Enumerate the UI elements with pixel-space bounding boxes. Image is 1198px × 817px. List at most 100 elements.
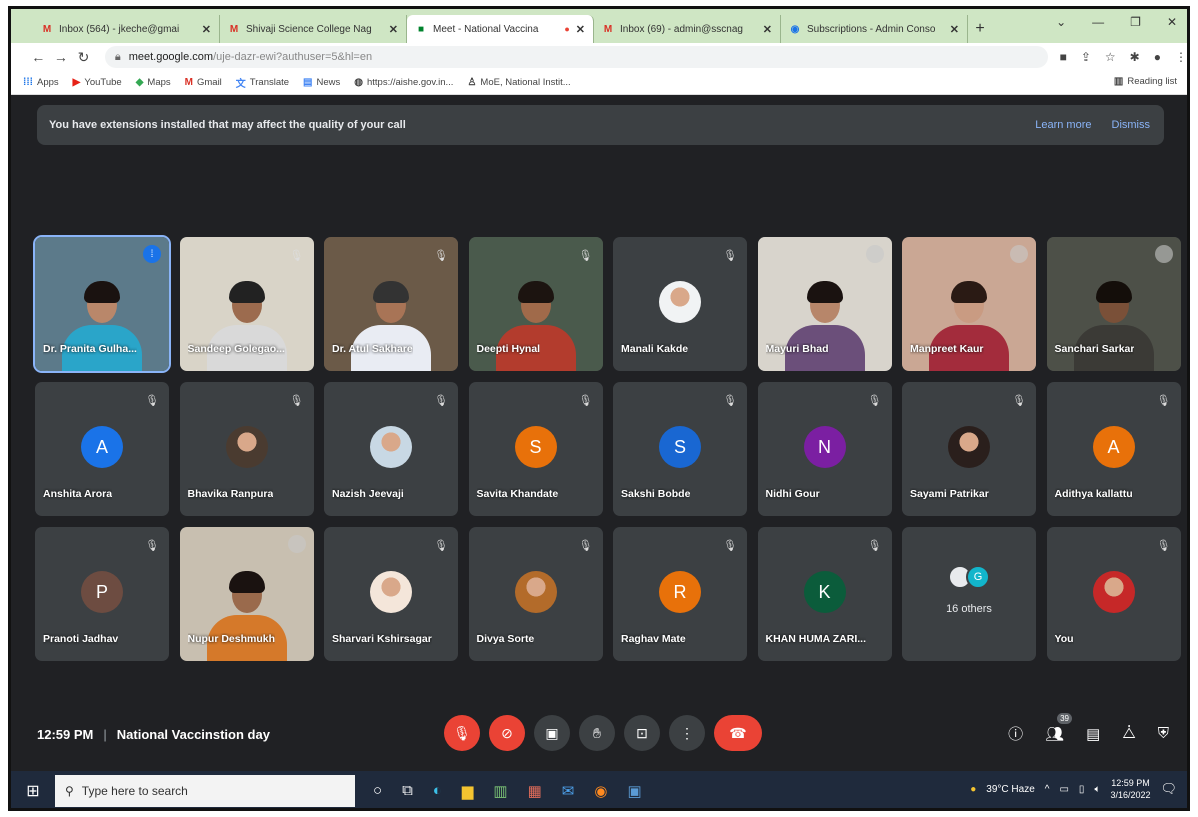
- participant-tile[interactable]: 🎙︎ Sayami Patrikar: [902, 382, 1036, 516]
- meeting-details-icon[interactable]: ⓘ: [1008, 723, 1023, 744]
- participant-tile[interactable]: 🎙︎ Nazish Jeevaji: [324, 382, 458, 516]
- people-button[interactable]: 👥︎ 39: [1045, 712, 1073, 743]
- participant-tile[interactable]: Nupur Deshmukh: [179, 527, 314, 661]
- raise-hand-button[interactable]: ✋︎: [579, 715, 615, 751]
- participant-name: Pranoti Jadhav: [43, 633, 119, 645]
- close-tab-icon[interactable]: ✕: [389, 23, 398, 36]
- participant-tile[interactable]: 🎙︎ Manali Kakde: [613, 237, 747, 371]
- share-icon[interactable]: ⇪: [1081, 50, 1091, 64]
- tab-search-icon[interactable]: ⌄: [1056, 15, 1066, 29]
- bookmark-news[interactable]: ▤ News: [303, 77, 340, 88]
- person-figure: [206, 281, 287, 371]
- close-tab-icon[interactable]: ✕: [202, 23, 211, 36]
- captions-button[interactable]: ▣: [534, 715, 570, 751]
- participant-tile[interactable]: ⁞ Dr. Pranita Gulha...: [33, 235, 171, 373]
- audio-indicator-icon: [1010, 245, 1028, 263]
- firefox-icon[interactable]: ◉: [594, 782, 607, 800]
- notepad-icon[interactable]: ▥: [493, 782, 507, 800]
- participant-name: Sakshi Bobde: [621, 488, 691, 500]
- browser-tab[interactable]: ◉ Subscriptions - Admin Conso ✕: [781, 15, 968, 43]
- camera-off-button[interactable]: ⊘: [489, 715, 525, 751]
- chat-icon[interactable]: ▤: [1086, 725, 1100, 743]
- camera-indicator-icon[interactable]: ■: [1060, 50, 1067, 64]
- participant-tile[interactable]: K 🎙︎ KHAN HUMA ZARI...: [757, 527, 892, 661]
- profile-avatar[interactable]: ●: [1154, 50, 1161, 64]
- apps-grid-icon: ⁞⁞⁞: [23, 77, 33, 88]
- clock[interactable]: 12:59 PM 3/16/2022: [1110, 777, 1150, 801]
- browser-tab[interactable]: M Inbox (564) - jkeche@gmai ✕: [33, 15, 220, 43]
- participant-tile[interactable]: P 🎙︎ Pranoti Jadhav: [35, 527, 169, 661]
- browser-tab[interactable]: M Inbox (69) - admin@sscnag ✕: [594, 15, 781, 43]
- people-count-badge: 39: [1057, 712, 1073, 724]
- participant-tile[interactable]: S 🎙︎ Sakshi Bobde: [613, 382, 747, 516]
- host-controls-icon[interactable]: ⛨: [1158, 725, 1169, 742]
- extensions-icon[interactable]: ✱: [1130, 50, 1140, 64]
- reading-list-icon: ▥: [1113, 76, 1124, 87]
- participant-tile[interactable]: Manpreet Kaur: [902, 237, 1036, 371]
- participant-tile[interactable]: 🎙︎ Deepti Hynal: [468, 237, 603, 371]
- participant-tile[interactable]: 🎙︎ You: [1046, 527, 1181, 661]
- bookmark-translate[interactable]: 文 Translate: [236, 75, 289, 90]
- taskbar-search-box[interactable]: ⚲ Type here to search: [55, 775, 355, 807]
- participant-tile[interactable]: Sanchari Sarkar: [1046, 237, 1181, 371]
- network-icon[interactable]: ▭: [1059, 784, 1068, 795]
- reading-list-button[interactable]: ▥ Reading list: [1114, 76, 1177, 87]
- bookmark-gmail[interactable]: M Gmail: [185, 77, 222, 88]
- url-field[interactable]: 🔒︎ meet.google.com/uje-dazr-ewi?authuser…: [104, 46, 1048, 68]
- participant-tile[interactable]: 🎙︎ Sandeep Golegao...: [179, 237, 314, 371]
- participant-tile[interactable]: G 16 others: [902, 527, 1036, 661]
- present-button[interactable]: ⊡: [624, 715, 660, 751]
- dismiss-button[interactable]: Dismiss: [1112, 119, 1151, 131]
- notifications-icon[interactable]: 🗨︎: [1160, 781, 1177, 797]
- mic-off-button[interactable]: 🎙︎: [444, 715, 480, 751]
- minimize-button[interactable]: —: [1092, 15, 1104, 29]
- mail-icon[interactable]: ✉: [562, 782, 575, 800]
- maximize-button[interactable]: ❐: [1130, 15, 1141, 29]
- windows-start-icon[interactable]: ⊞: [11, 781, 55, 801]
- battery-icon[interactable]: ▯: [1079, 784, 1085, 795]
- participant-tile[interactable]: 🎙︎ Divya Sorte: [468, 527, 603, 661]
- close-window-button[interactable]: ✕: [1167, 15, 1177, 29]
- clock-date: 3/16/2022: [1110, 790, 1151, 800]
- file-explorer-icon[interactable]: ▆: [462, 782, 474, 800]
- browser-tab-active[interactable]: ■ Meet - National Vaccina ● ✕: [407, 15, 594, 43]
- bookmark-star-icon[interactable]: ☆: [1105, 50, 1116, 64]
- activities-icon[interactable]: ⧊: [1122, 725, 1135, 742]
- participant-tile[interactable]: Mayuri Bhad: [757, 237, 892, 371]
- participant-tile[interactable]: 🎙︎ Dr. Atul Sakhare: [324, 237, 458, 371]
- participant-tile[interactable]: R 🎙︎ Raghav Mate: [613, 527, 747, 661]
- cortana-icon[interactable]: ○: [373, 782, 382, 800]
- volume-icon[interactable]: 🔈︎: [1094, 784, 1100, 795]
- participant-tile[interactable]: A 🎙︎ Anshita Arora: [35, 382, 169, 516]
- close-tab-icon[interactable]: ✕: [576, 23, 585, 36]
- app-icon[interactable]: ▦: [528, 782, 542, 800]
- bookmark-aishe[interactable]: ◍ https://aishe.gov.in...: [354, 77, 453, 88]
- new-tab-button[interactable]: +: [968, 15, 992, 43]
- participant-tile[interactable]: 🎙︎ Sharvari Kshirsagar: [324, 527, 458, 661]
- leave-call-button[interactable]: ☎︎: [714, 715, 762, 751]
- participant-tile[interactable]: S 🎙︎ Savita Khandate: [468, 382, 603, 516]
- participant-tile[interactable]: N 🎙︎ Nidhi Gour: [757, 382, 892, 516]
- task-view-icon[interactable]: ⧉: [402, 782, 413, 800]
- reading-list-label: Reading list: [1127, 76, 1177, 87]
- admin-icon: ◉: [790, 23, 800, 35]
- reload-icon[interactable]: ↻: [72, 49, 95, 66]
- close-tab-icon[interactable]: ✕: [763, 23, 772, 36]
- close-tab-icon[interactable]: ✕: [950, 23, 959, 36]
- bookmark-apps[interactable]: ⁞⁞⁞ Apps: [23, 77, 59, 88]
- back-icon[interactable]: ←: [27, 49, 50, 65]
- forward-icon[interactable]: →: [50, 49, 73, 65]
- participant-tile[interactable]: 🎙︎ Bhavika Ranpura: [179, 382, 314, 516]
- browser-tab[interactable]: M Shivaji Science College Nag ✕: [220, 15, 407, 43]
- bookmark-maps[interactable]: ◆ Maps: [136, 77, 171, 88]
- edge-icon[interactable]: ◐: [433, 782, 442, 800]
- learn-more-link[interactable]: Learn more: [1035, 119, 1091, 131]
- weather-text[interactable]: 39°C Haze: [986, 784, 1034, 795]
- tray-chevron-icon[interactable]: ^: [1045, 784, 1050, 795]
- participant-tile[interactable]: A 🎙︎ Adithya kallattu: [1046, 382, 1181, 516]
- bookmark-youtube[interactable]: ▶ YouTube: [73, 77, 122, 88]
- menu-icon[interactable]: ⋮: [1175, 50, 1187, 64]
- bookmark-moe[interactable]: ♙ MoE, National Instit...: [467, 77, 570, 88]
- more-options-button[interactable]: ⋮: [669, 715, 705, 751]
- word-icon[interactable]: ▣: [627, 782, 641, 800]
